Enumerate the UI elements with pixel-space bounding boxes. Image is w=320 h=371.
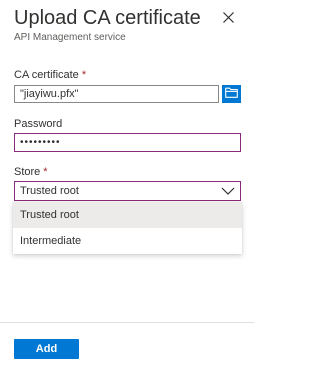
panel-subtitle: API Management service (14, 32, 126, 43)
upload-ca-certificate-panel: Upload CA certificate API Management ser… (0, 0, 254, 371)
store-label-text: Store (14, 166, 41, 178)
required-mark: * (81, 69, 87, 81)
browse-file-button[interactable] (222, 85, 241, 103)
ca-certificate-label-text: CA certificate (14, 69, 79, 81)
chevron-down-icon (221, 184, 235, 198)
panel-title: Upload CA certificate (14, 7, 201, 29)
footer-divider (0, 322, 254, 323)
store-dropdown-list: Trusted root Intermediate (13, 202, 242, 254)
store-option-trusted-root[interactable]: Trusted root (13, 202, 242, 228)
close-icon (222, 10, 234, 28)
store-select[interactable]: Trusted root (14, 181, 241, 201)
password-masked-value: ••••••••• (20, 136, 61, 148)
store-selected-value: Trusted root (20, 185, 79, 197)
required-mark: * (43, 166, 48, 178)
ca-certificate-file-input[interactable]: "jiayiwu.pfx" (14, 85, 219, 103)
store-label: Store * (14, 165, 48, 179)
ca-certificate-label: CA certificate * (14, 68, 86, 82)
close-button[interactable] (218, 9, 238, 29)
store-option-intermediate[interactable]: Intermediate (13, 228, 242, 254)
folder-icon (225, 85, 238, 103)
password-label: Password (14, 118, 63, 130)
add-button[interactable]: Add (14, 339, 79, 359)
password-input[interactable]: ••••••••• (14, 133, 241, 152)
ca-certificate-file-value: "jiayiwu.pfx" (20, 88, 79, 100)
